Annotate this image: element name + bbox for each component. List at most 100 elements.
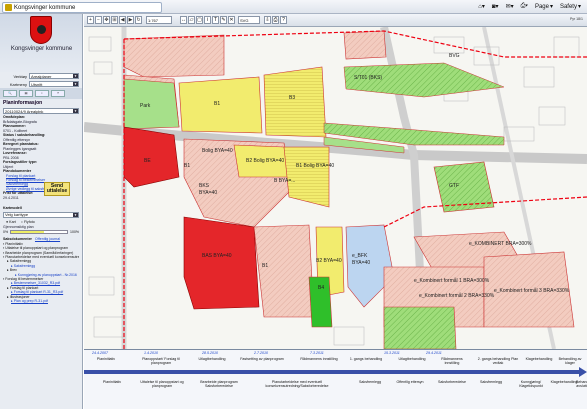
draw-icon[interactable]: ✎ [220,16,227,24]
help-icon[interactable]: ? [51,90,65,97]
area-icon[interactable]: ▱ [188,16,195,24]
verktoy-row: Verktøy Arealplaner ▼ [0,72,82,80]
municipality-name: Kongsvinger kommune [10,46,73,52]
select-icon[interactable]: ▢ [196,16,203,24]
timeline-phase: Behandling av klager [558,357,582,365]
opacity-slider[interactable]: 0% 100% [3,230,79,235]
saksdok-title-text: Saksdokumenter [3,237,32,242]
scale-select[interactable]: 1:767 [146,16,172,24]
chevron-down-icon: ▼ [73,109,78,113]
zone-label: B1 [184,163,190,169]
browser-bar: Kongsvinger kommune ⌂▾ ◙▾ ✉▾ ⎙▾ Page ▾ Sa… [0,0,587,14]
timeline-phase: Planoppstart/ Forslag til planprogram [142,357,180,365]
page-menu[interactable]: Page ▾ [534,3,553,11]
favicon-icon [5,4,12,11]
zone-label: B2 Bolig BYA=40 [246,158,284,164]
timeline-date: 28.5.2010 [202,351,218,355]
opacity-label: Gjennomsiktig plan [3,224,34,229]
zone-label: e_BFK [352,253,368,259]
zone-label: BYA=40 [199,190,217,196]
opacity-max: 100% [70,230,79,235]
saksdok-link[interactable]: Offentlig journal [33,237,62,241]
previous-view-icon[interactable]: ◀ [119,16,126,24]
kartmodell-select[interactable]: Velg karttype ▼ [3,211,79,218]
clear-icon[interactable]: ✕ [228,16,235,24]
tree-item[interactable]: ▪ Uttalelse til planoppstart og planprog… [3,246,79,250]
left-panel: Kongsvinger kommune Verktøy Arealplaner ▼… [0,14,83,409]
plan-select[interactable]: 20110024/9 Arealplnk ▼ [3,108,79,114]
chevron-down-icon: ▼ [73,212,78,217]
layers-icon[interactable]: ▤ [19,90,33,97]
help-tool-icon[interactable]: ? [280,16,287,24]
send-uttalelse-button[interactable]: Send uttalelse [44,182,70,196]
timeline-step: Offentlig ettersyn [396,380,424,384]
zone-label: GTF [449,183,459,189]
info-icon[interactable]: i [35,90,49,97]
frist-value: 29.4.2011 [3,195,19,200]
timeline-phase: Utlagtbehandling [398,357,426,361]
print-icon[interactable]: ⎙▾ [521,3,528,10]
opacity-track[interactable] [10,230,69,235]
search-icon[interactable]: 🔍 [3,90,17,97]
plan-select-value: 20110024/9 Arealplnk [5,108,44,114]
info-tool-icon[interactable]: i [204,16,211,24]
export-tools: ⇩ ⎙ ? [264,16,287,24]
browser-tab[interactable]: Kongsvinger kommune [2,2,162,13]
zoom-in-icon[interactable]: + [87,16,94,24]
map-toolbar: + − ✥ ⊞ ◀ ▶ ↻ 1:767 ↔ ▱ ▢ i T ✎ ✕ SVG ⇩ … [84,14,587,27]
format-value: SVG [240,17,249,23]
pan-icon[interactable]: ✥ [103,16,110,24]
timeline-date: 29.4.2011 [426,351,442,355]
verktoy-select[interactable]: Arealplaner ▼ [29,73,79,79]
coat-of-arms-icon [30,16,52,44]
radio-kart[interactable]: ● Kart [6,220,16,224]
rss-icon[interactable]: ◙▾ [492,3,499,10]
measure-icon[interactable]: ↔ [180,16,187,24]
map-view[interactable]: Park B1 B3 S/T01 (BKS) BVG BE Bolig BYA=40 B2 B… [84,27,587,349]
opacity-fill [11,231,44,234]
timeline-step: Saksfremlegg [359,380,381,384]
timeline-date: 24.4.2007 [92,351,108,355]
zone-label: BYA=40 [352,260,370,266]
zone-label: BVG [449,53,460,59]
timeline-step: Klagebehandling [550,380,578,384]
tab-title: Kongsvinger kommune [14,4,76,11]
timeline-date: 1.4.2010 [144,351,158,355]
radio-flyfoto-label: Flyfoto [23,219,35,224]
zone-label: Bolig BYA=40 [202,148,233,154]
zoom-out-icon[interactable]: − [95,16,102,24]
timeline-phase: 1. gangs behandling [349,357,383,361]
next-view-icon[interactable]: ▶ [127,16,134,24]
zone-label: B1 [262,263,268,269]
timeline-phase: Rådmannens innstilling [441,357,463,365]
timeline-date: 7.3.2011 [310,351,324,355]
zone-label: B2 BYA=40 [316,258,342,264]
zoom-extent-icon[interactable]: ⊞ [111,16,118,24]
home-icon[interactable]: ⌂▾ [478,3,485,10]
radio-flyfoto[interactable]: ○ Flyfoto [21,220,35,224]
safety-menu[interactable]: Safety ▾ [560,3,581,11]
timeline-phase: Planinitiativ [96,357,116,361]
timeline-date: 15.3.2011 [384,351,400,355]
kartmeny-value: Utsnitt [31,81,43,87]
zone-label: BKS [199,183,210,189]
scale-info: Pyr 18/1 [569,17,583,21]
print-map-icon[interactable]: ⎙ [272,16,279,24]
kartmodell-row: Velg karttype ▼ [0,211,82,219]
text-icon[interactable]: T [212,16,219,24]
refresh-icon[interactable]: ↻ [135,16,142,24]
kartmeny-select[interactable]: Utsnitt ▼ [29,81,79,87]
timeline-step: Saksfremlegg [480,380,502,384]
format-select[interactable]: SVG [238,16,260,24]
export-icon[interactable]: ⇩ [264,16,271,24]
map-canvas[interactable]: Park B1 B3 S/T01 (BKS) BVG BE Bolig BYA=40 B2 B… [84,27,587,349]
tree-item[interactable]: ▸ Plan og prep R-31.pdf [3,299,79,303]
timeline-phase: Fastsetting av planprogram [240,357,284,361]
nav-tools: + − ✥ ⊞ ◀ ▶ ↻ [87,16,142,24]
zone-label: BAS BYA=40 [202,253,232,259]
zone-label: B BYA=... [274,178,295,184]
mail-icon[interactable]: ✉▾ [506,3,514,10]
timeline-step: Bearbeide planprogram Saksforberedelse [200,380,238,388]
zone-label: BE [144,158,151,164]
page-menu-label: Page [534,3,549,10]
